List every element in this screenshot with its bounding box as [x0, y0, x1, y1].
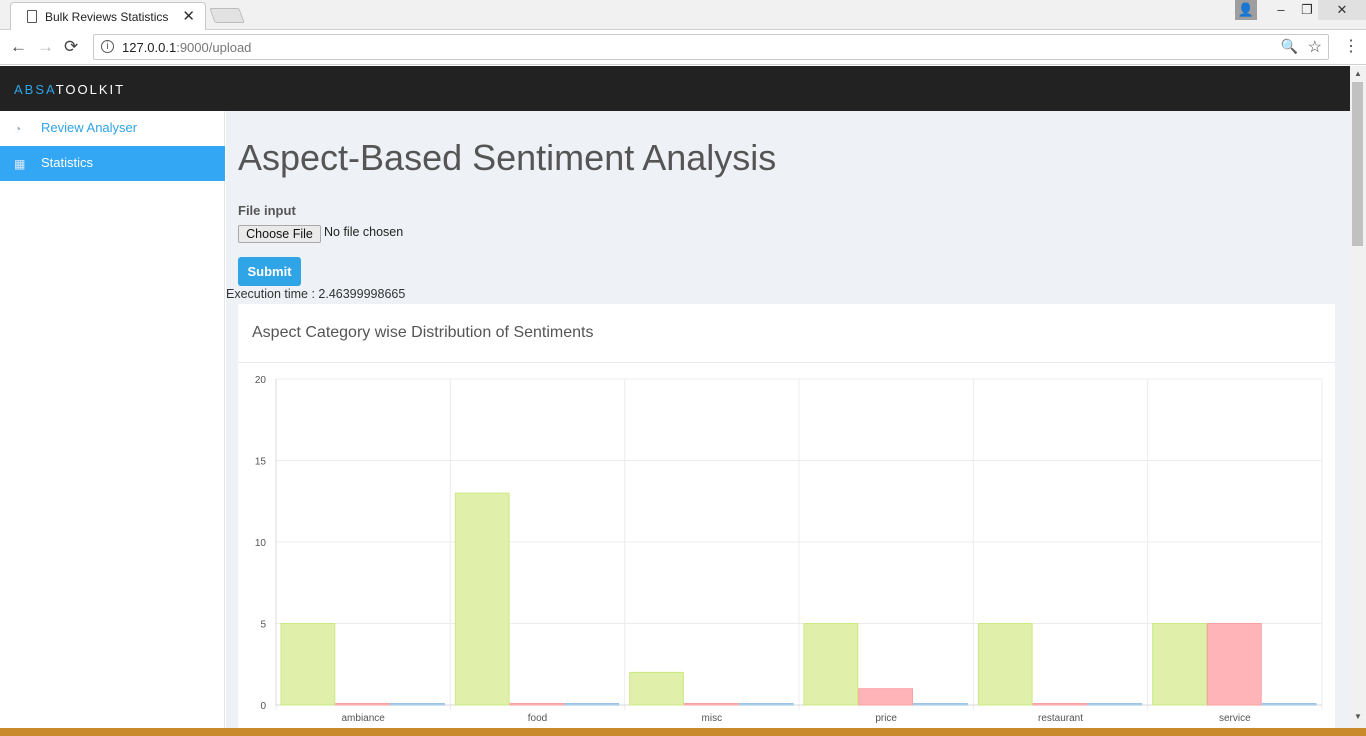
bookmark-star-icon[interactable]: ☆: [1308, 37, 1322, 57]
bar: [454, 492, 510, 706]
y-tick-label: 20: [255, 375, 267, 386]
bar-chart: 20 15 10 5 0 ambiance food misc price restaurant s…: [255, 375, 1323, 724]
y-tick-label: 0: [260, 701, 266, 712]
reload-icon[interactable]: ⟳: [64, 37, 78, 57]
address-toolbar: ← → ⟳ i 127.0.0.1:9000/upload 🔍 ☆ ⋮: [0, 30, 1366, 65]
bar: [1206, 623, 1262, 706]
profile-icon[interactable]: 👤: [1235, 0, 1257, 20]
bar: [509, 703, 565, 706]
x-tick-label: food: [528, 713, 547, 724]
bar: [803, 623, 859, 706]
tab-title: Bulk Reviews Statistics: [45, 10, 169, 24]
browser-menu-icon[interactable]: ⋮: [1343, 36, 1359, 56]
app-navbar: ABSATOOLKIT: [0, 66, 1350, 111]
bar: [977, 623, 1033, 706]
sidebar: ◔ Review Analyser ▦ Statistics: [0, 111, 225, 736]
bar: [629, 671, 684, 706]
x-tick-label: service: [1219, 713, 1251, 724]
file-input-label: File input: [238, 203, 296, 218]
bar: [683, 703, 739, 706]
bar: [390, 703, 445, 706]
brand-logo[interactable]: ABSATOOLKIT: [14, 82, 125, 97]
sidebar-item-label: Review Analyser: [41, 120, 138, 135]
scroll-up-icon[interactable]: ▲: [1354, 69, 1362, 78]
os-taskbar: [0, 728, 1366, 736]
window-close-button[interactable]: ✕: [1318, 0, 1366, 20]
file-status-text: No file chosen: [324, 225, 404, 239]
bar: [738, 703, 794, 706]
scroll-thumb[interactable]: [1352, 82, 1363, 246]
panel-title: Aspect Category wise Distribution of Sen…: [252, 324, 594, 341]
sidebar-item-review-analyser[interactable]: ◔ Review Analyser: [0, 111, 225, 146]
bar: [1261, 703, 1317, 706]
back-icon[interactable]: ←: [10, 37, 27, 57]
forward-icon[interactable]: →: [37, 37, 54, 57]
info-icon[interactable]: i: [101, 40, 114, 53]
main-content: Aspect-Based Sentiment Analysis File inp…: [226, 111, 1350, 736]
new-tab-button[interactable]: [209, 8, 245, 23]
document-icon: [27, 10, 37, 23]
calendar-icon: ▦: [14, 157, 26, 171]
url-text: 127.0.0.1:9000/upload: [122, 40, 252, 55]
x-tick-label: misc: [702, 713, 723, 724]
execution-time: Execution time : 2.46399998665: [226, 287, 406, 301]
x-tick-label: price: [875, 713, 897, 724]
page-title: Aspect-Based Sentiment Analysis: [238, 137, 777, 178]
browser-tab[interactable]: Bulk Reviews Statistics ✕: [10, 2, 206, 30]
minimize-button[interactable]: –: [1268, 0, 1294, 20]
bar: [564, 703, 620, 706]
scroll-down-icon[interactable]: ▼: [1354, 712, 1362, 721]
page-scrollbar[interactable]: ▲ ▼: [1350, 66, 1366, 736]
bar: [913, 703, 968, 706]
sidebar-item-label: Statistics: [41, 155, 94, 170]
sidebar-item-statistics[interactable]: ▦ Statistics: [0, 146, 225, 181]
choose-file-button[interactable]: Choose File: [238, 225, 321, 243]
chart-panel: Aspect Category wise Distribution of Sen…: [238, 304, 1335, 736]
bar: [1087, 703, 1143, 706]
bar: [858, 688, 914, 706]
dashboard-icon: ◔: [14, 122, 22, 136]
bar: [335, 703, 391, 706]
y-tick-label: 5: [260, 620, 266, 631]
bar: [1152, 623, 1207, 706]
browser-tab-bar: Bulk Reviews Statistics ✕ 👤 – ❐ ✕: [0, 0, 1366, 30]
submit-button[interactable]: Submit: [238, 257, 301, 286]
x-tick-label: ambiance: [341, 713, 385, 724]
url-bar[interactable]: i 127.0.0.1:9000/upload 🔍 ☆: [93, 34, 1329, 60]
restore-button[interactable]: ❐: [1294, 0, 1320, 20]
bar: [280, 623, 336, 706]
bar: [1032, 703, 1088, 706]
x-tick-label: restaurant: [1038, 713, 1083, 724]
zoom-icon[interactable]: 🔍: [1281, 38, 1298, 55]
tab-close-icon[interactable]: ✕: [182, 7, 195, 25]
panel-divider: [238, 362, 1335, 363]
y-tick-label: 10: [255, 538, 267, 549]
y-tick-label: 15: [255, 457, 267, 468]
